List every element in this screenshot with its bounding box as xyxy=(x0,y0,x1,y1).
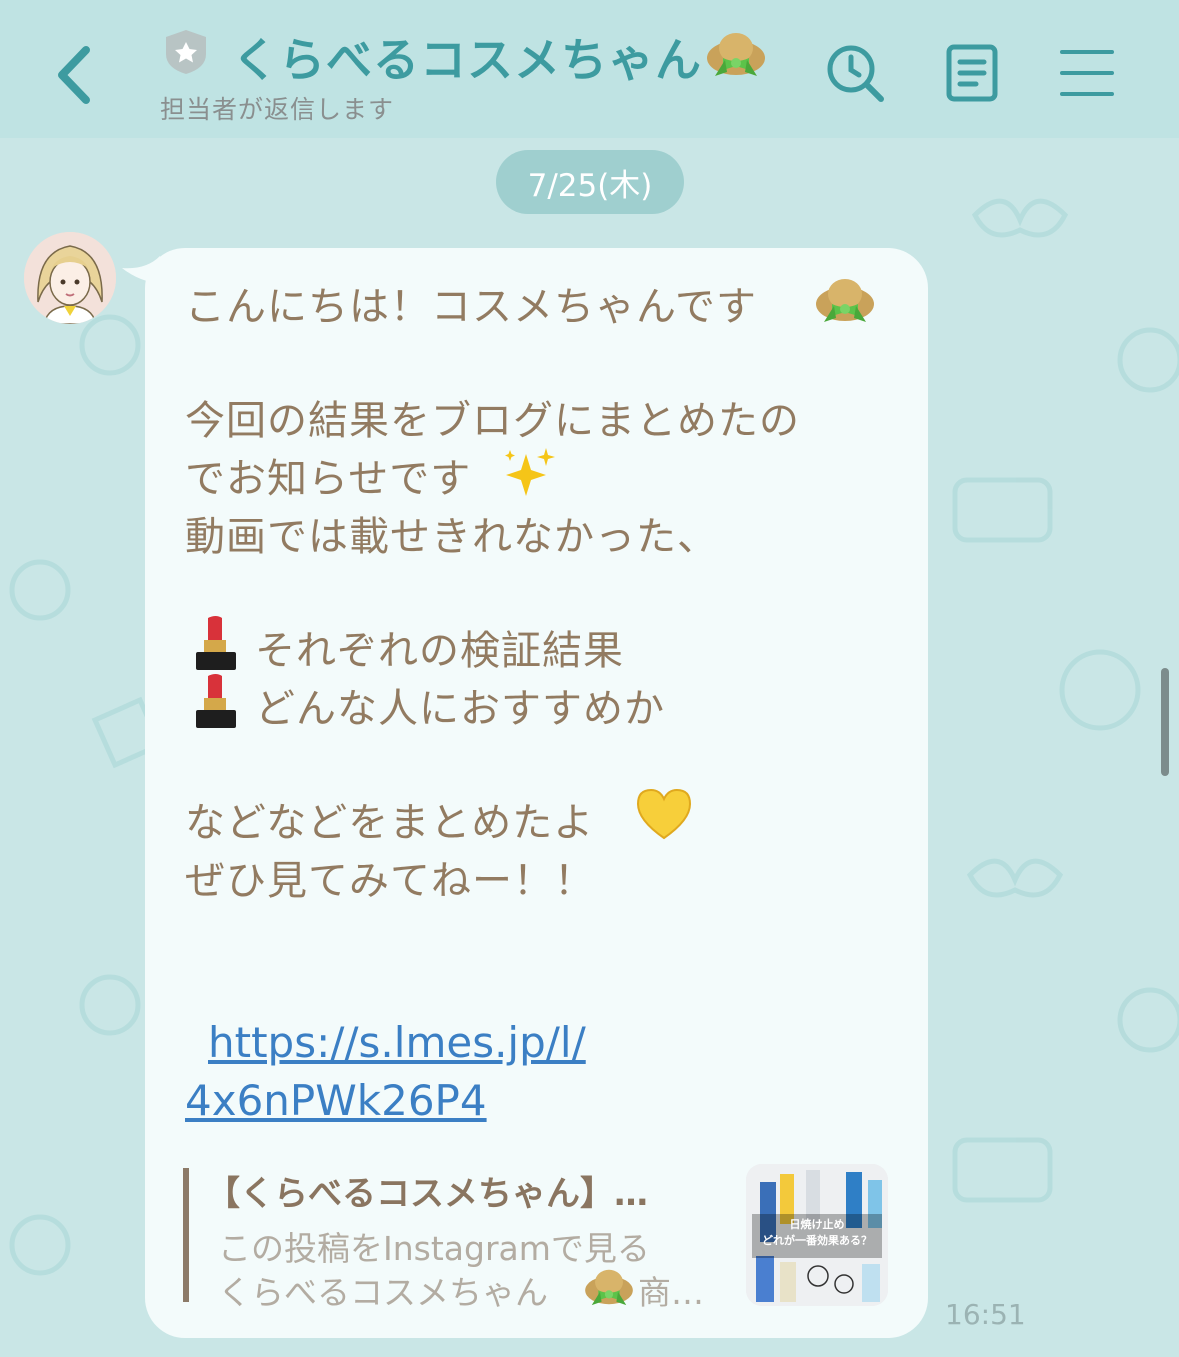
message-line: 今回の結果をブログにまとめたの xyxy=(185,398,800,444)
lipstick-emoji xyxy=(196,616,236,670)
search-history-icon[interactable] xyxy=(824,42,886,104)
lipstick-emoji xyxy=(196,674,236,728)
hat-emoji xyxy=(707,33,765,76)
thumbnail-caption: 日焼け止め xyxy=(790,1217,845,1231)
shield-icon xyxy=(166,30,206,74)
message-link[interactable]: https://s.lmes.jp/l/ xyxy=(208,1018,586,1067)
message-timestamp: 16:51 xyxy=(945,1298,1026,1331)
message-line: 動画では載せきれなかった、 xyxy=(185,514,718,560)
message-line: でお知らせです xyxy=(185,456,472,502)
yellow-heart-emoji xyxy=(636,788,692,840)
date-separator: 7/25(木) xyxy=(496,150,684,214)
preview-accent-bar xyxy=(183,1168,189,1302)
preview-description-suffix[interactable]: 商… xyxy=(638,1266,704,1314)
thumbnail-caption: どれが一番効果ある？ xyxy=(762,1233,872,1247)
message-line: こんにちは！コスメちゃんです xyxy=(185,284,757,330)
message-link[interactable]: 4x6nPWk26P4 xyxy=(185,1076,487,1125)
message-line: などなどをまとめたよ xyxy=(185,800,595,846)
preview-thumbnail[interactable]: 日焼け止め どれが一番効果ある？ xyxy=(746,1164,888,1306)
scrollbar[interactable] xyxy=(1161,668,1169,776)
back-arrow-icon[interactable] xyxy=(48,40,104,110)
chat-header: くらべるコスメちゃん 担当者が返信します xyxy=(0,0,1179,138)
chat-subtitle: 担当者が返信します xyxy=(160,95,395,124)
message-line: それぞれの検証結果 xyxy=(255,628,624,674)
message-line: どんな人におすすめか xyxy=(255,686,665,732)
hat-emoji xyxy=(585,1269,633,1306)
message-line: ぜひ見てみてねー！！ xyxy=(185,858,595,904)
hat-emoji xyxy=(816,279,874,322)
preview-description[interactable]: この投稿をInstagramで見る xyxy=(218,1222,650,1270)
menu-icon[interactable] xyxy=(1060,42,1114,104)
chat-title: くらべるコスメちゃん xyxy=(232,33,702,87)
avatar[interactable] xyxy=(24,232,116,324)
preview-description[interactable]: くらべるコスメちゃん xyxy=(218,1266,548,1314)
preview-title[interactable]: 【くらべるコスメちゃん】… xyxy=(206,1166,648,1215)
sparkles-emoji xyxy=(505,448,555,496)
notes-icon[interactable] xyxy=(944,42,1000,104)
